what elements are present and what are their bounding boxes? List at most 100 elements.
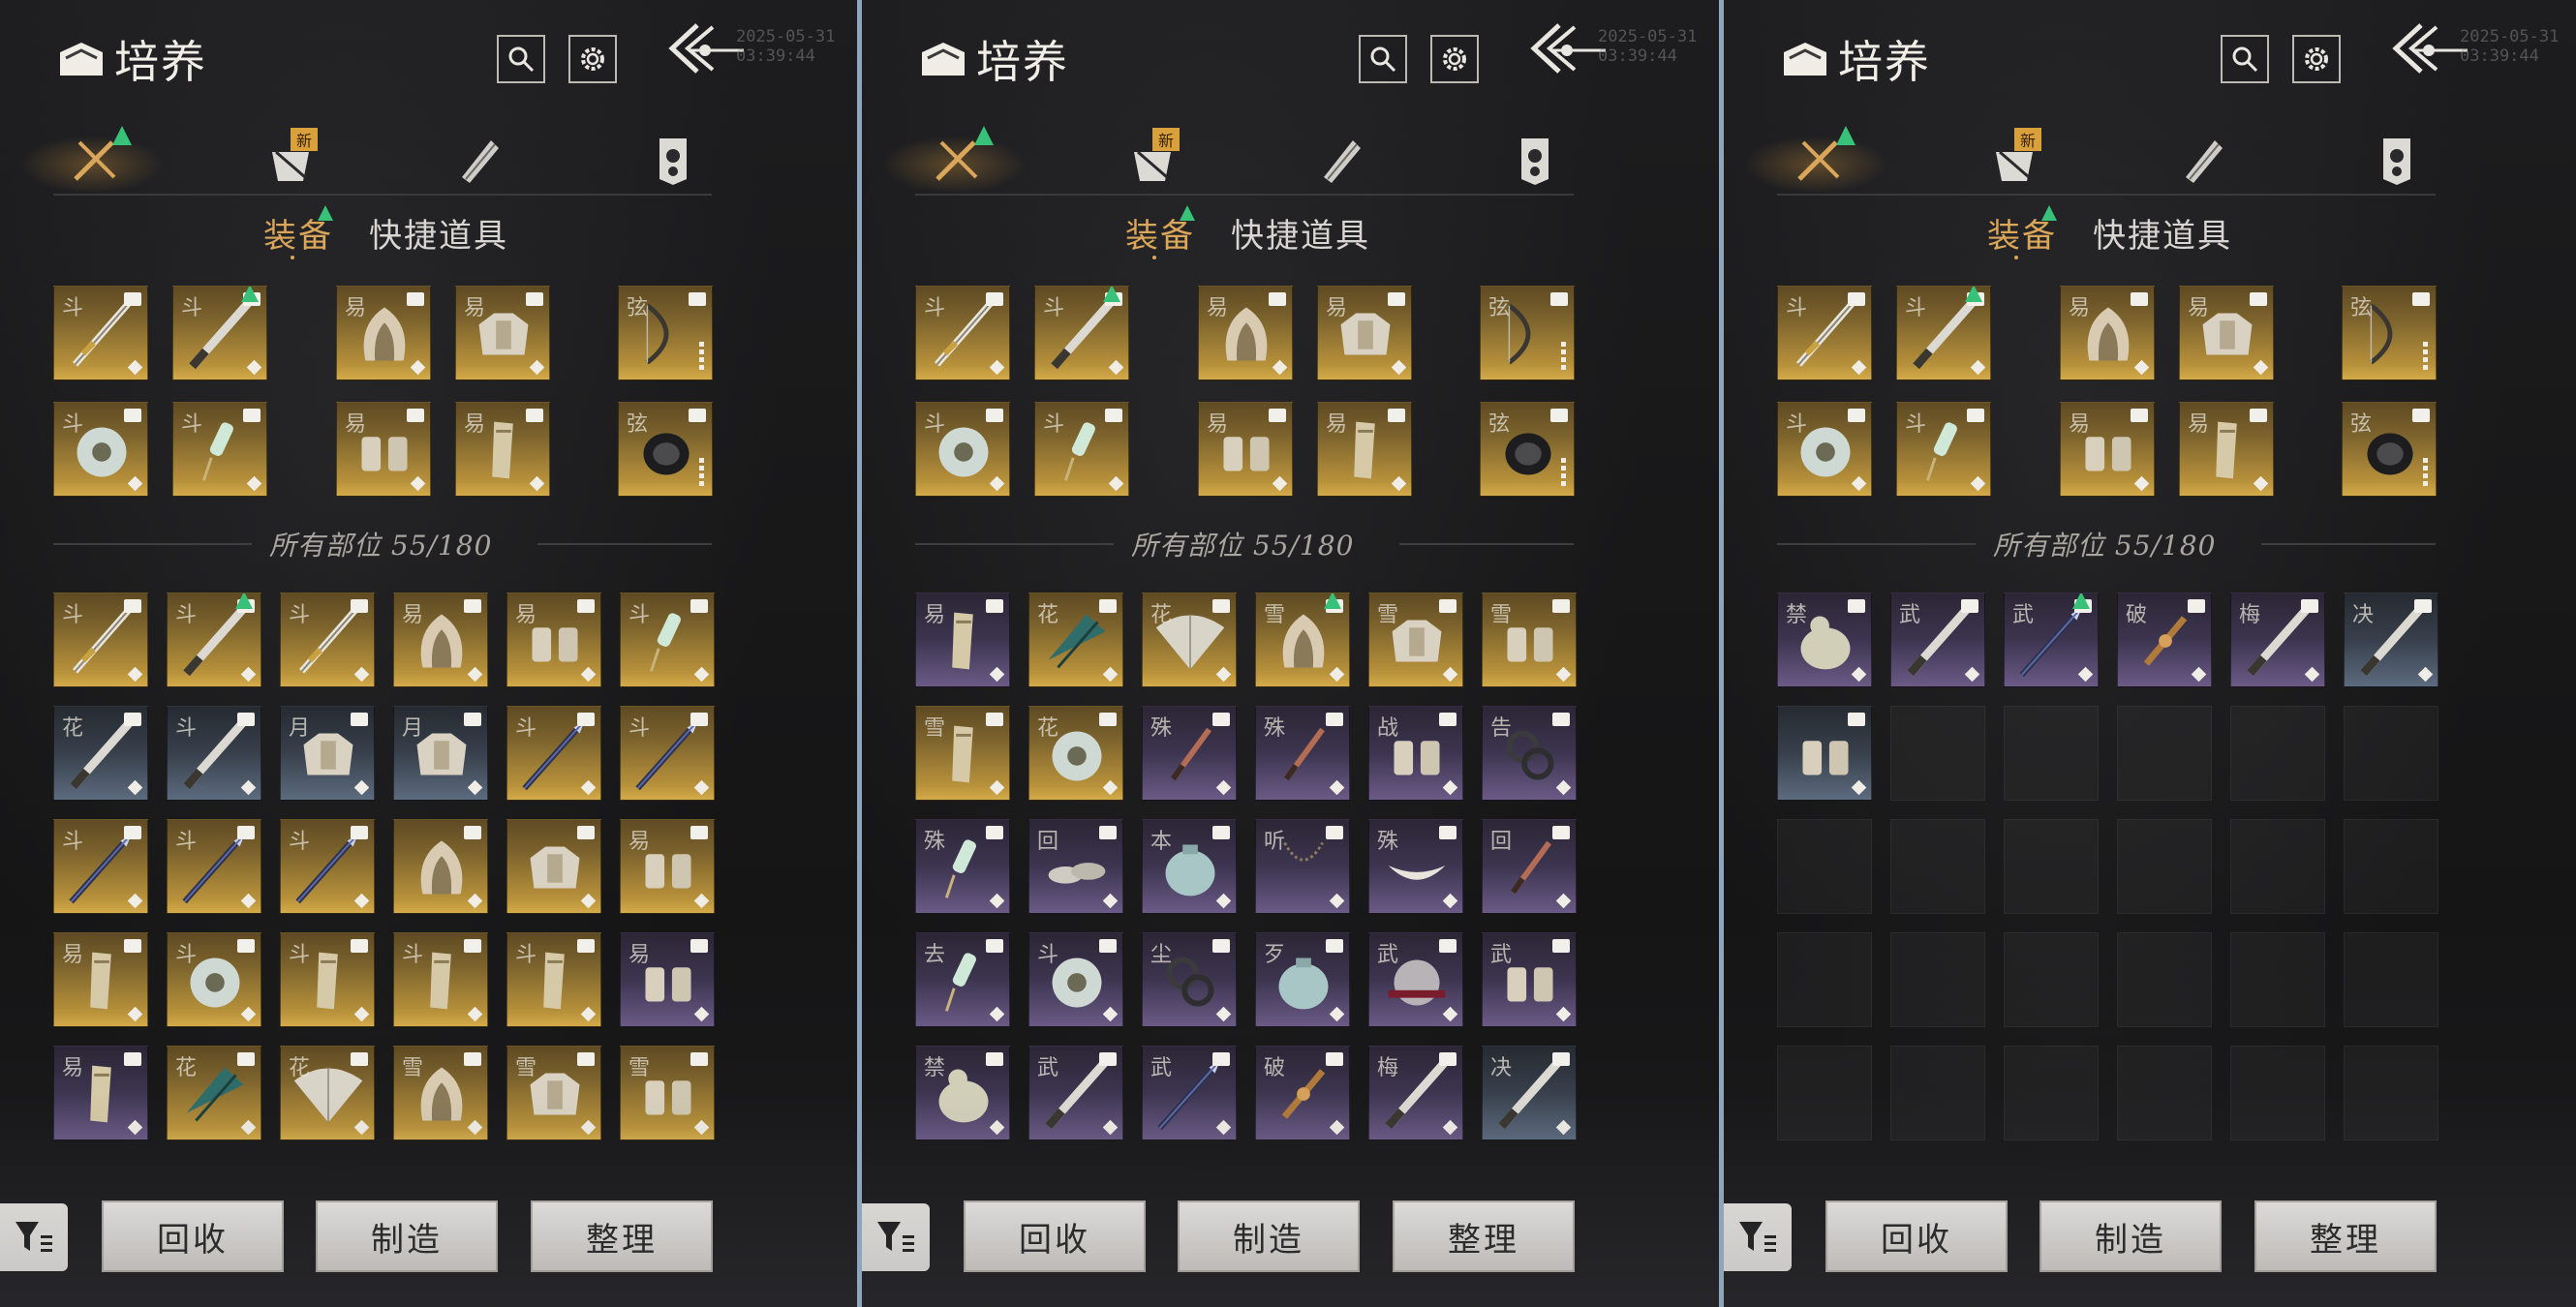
item-slot[interactable]: 本 bbox=[1142, 819, 1237, 914]
item-slot[interactable]: 斗 bbox=[1896, 286, 1991, 380]
item-slot[interactable]: 弦 bbox=[618, 402, 713, 497]
item-slot[interactable] bbox=[393, 819, 488, 914]
item-slot[interactable]: 去 bbox=[915, 932, 1010, 1027]
item-slot[interactable]: 禁 bbox=[1777, 593, 1872, 687]
recycle-button[interactable]: 回收 bbox=[964, 1201, 1146, 1272]
empty-slot[interactable] bbox=[2230, 706, 2325, 801]
item-slot[interactable]: 易 bbox=[1317, 402, 1412, 497]
item-slot[interactable]: 告 bbox=[1482, 706, 1577, 801]
search-button[interactable] bbox=[1359, 35, 1407, 83]
item-slot[interactable]: 决 bbox=[1482, 1046, 1577, 1140]
item-slot[interactable]: 花 bbox=[167, 1046, 261, 1140]
empty-slot[interactable] bbox=[1890, 706, 1985, 801]
back-icon[interactable] bbox=[659, 17, 746, 85]
item-slot[interactable] bbox=[506, 819, 601, 914]
subtab-quick-items[interactable]: 快捷道具 bbox=[2093, 209, 2232, 257]
item-slot[interactable]: 斗 bbox=[1896, 402, 1991, 497]
recycle-button[interactable]: 回收 bbox=[1825, 1201, 2008, 1272]
item-slot[interactable]: 易 bbox=[2179, 286, 2274, 380]
tab-scrolls[interactable] bbox=[1303, 126, 1380, 194]
subtab-quick-items[interactable]: 快捷道具 bbox=[1231, 209, 1370, 257]
subtab-quick-items[interactable]: 快捷道具 bbox=[369, 209, 508, 257]
item-slot[interactable]: 易 bbox=[620, 819, 715, 914]
tab-tokens[interactable] bbox=[2358, 126, 2436, 194]
item-slot[interactable]: 斗 bbox=[620, 706, 715, 801]
empty-slot[interactable] bbox=[2117, 1046, 2212, 1140]
item-slot[interactable]: 易 bbox=[53, 932, 148, 1027]
item-slot[interactable]: 听 bbox=[1255, 819, 1350, 914]
item-slot[interactable]: 雪 bbox=[1482, 593, 1577, 687]
item-slot[interactable]: 殊 bbox=[1142, 706, 1237, 801]
item-slot[interactable]: 斗 bbox=[172, 286, 267, 380]
empty-slot[interactable] bbox=[2004, 1046, 2099, 1140]
item-slot[interactable]: 花 bbox=[53, 706, 148, 801]
item-slot[interactable]: 歹 bbox=[1255, 932, 1350, 1027]
tab-equipment[interactable] bbox=[918, 126, 996, 194]
item-slot[interactable]: 回 bbox=[1482, 819, 1577, 914]
empty-slot[interactable] bbox=[2117, 932, 2212, 1027]
item-slot[interactable]: 弦 bbox=[2342, 286, 2437, 380]
item-slot[interactable]: 易 bbox=[455, 402, 550, 497]
item-slot[interactable]: 弦 bbox=[2342, 402, 2437, 497]
item-slot[interactable]: 禁 bbox=[915, 1046, 1010, 1140]
item-slot[interactable]: 斗 bbox=[53, 286, 148, 380]
empty-slot[interactable] bbox=[1890, 819, 1985, 914]
item-slot[interactable]: 花 bbox=[1142, 593, 1237, 687]
item-slot[interactable]: 破 bbox=[1255, 1046, 1350, 1140]
empty-slot[interactable] bbox=[2344, 932, 2438, 1027]
empty-slot[interactable] bbox=[2344, 819, 2438, 914]
item-slot[interactable]: 梅 bbox=[1368, 1046, 1463, 1140]
item-slot[interactable]: 武 bbox=[2004, 593, 2099, 687]
item-slot[interactable]: 斗 bbox=[393, 932, 488, 1027]
item-slot[interactable]: 花 bbox=[1028, 593, 1123, 687]
filter-button[interactable] bbox=[1724, 1203, 1792, 1271]
item-slot[interactable]: 斗 bbox=[1777, 286, 1872, 380]
item-slot[interactable]: 斗 bbox=[620, 593, 715, 687]
item-slot[interactable]: 雪 bbox=[1255, 593, 1350, 687]
item-slot[interactable]: 易 bbox=[455, 286, 550, 380]
item-slot[interactable]: 武 bbox=[1482, 932, 1577, 1027]
item-slot[interactable]: 斗 bbox=[1034, 286, 1129, 380]
item-slot[interactable]: 雪 bbox=[393, 1046, 488, 1140]
item-slot[interactable]: 斗 bbox=[167, 819, 261, 914]
sort-button[interactable]: 整理 bbox=[1393, 1201, 1575, 1272]
item-slot[interactable]: 易 bbox=[1317, 286, 1412, 380]
item-slot[interactable]: 易 bbox=[2179, 402, 2274, 497]
item-slot[interactable]: 斗 bbox=[280, 932, 375, 1027]
craft-button[interactable]: 制造 bbox=[316, 1201, 498, 1272]
item-slot[interactable]: 斗 bbox=[506, 932, 601, 1027]
item-slot[interactable]: 弦 bbox=[1480, 402, 1575, 497]
sort-button[interactable]: 整理 bbox=[531, 1201, 713, 1272]
item-slot[interactable]: 易 bbox=[2060, 402, 2155, 497]
tab-scrolls[interactable] bbox=[441, 126, 518, 194]
empty-slot[interactable] bbox=[1890, 932, 1985, 1027]
item-slot[interactable]: 武 bbox=[1890, 593, 1985, 687]
item-slot[interactable]: 弦 bbox=[1480, 286, 1575, 380]
item-slot[interactable]: 花 bbox=[1028, 706, 1123, 801]
tab-tokens[interactable] bbox=[634, 126, 712, 194]
item-slot[interactable]: 斗 bbox=[915, 286, 1010, 380]
item-slot[interactable]: 武 bbox=[1028, 1046, 1123, 1140]
item-slot[interactable]: 斗 bbox=[1028, 932, 1123, 1027]
item-slot[interactable]: 斗 bbox=[280, 819, 375, 914]
item-slot[interactable]: 斗 bbox=[506, 706, 601, 801]
item-slot[interactable]: 殊 bbox=[1255, 706, 1350, 801]
item-slot[interactable]: 雪 bbox=[620, 1046, 715, 1140]
tab-materials[interactable]: 新 bbox=[1976, 126, 2053, 194]
empty-slot[interactable] bbox=[1777, 932, 1872, 1027]
back-icon[interactable] bbox=[1520, 17, 1608, 85]
item-slot[interactable]: 殊 bbox=[915, 819, 1010, 914]
recycle-button[interactable]: 回收 bbox=[102, 1201, 284, 1272]
item-slot[interactable]: 易 bbox=[336, 286, 431, 380]
item-slot[interactable]: 斗 bbox=[167, 932, 261, 1027]
filter-button[interactable] bbox=[862, 1203, 930, 1271]
item-slot[interactable]: 武 bbox=[1142, 1046, 1237, 1140]
item-slot[interactable]: 殊 bbox=[1368, 819, 1463, 914]
craft-button[interactable]: 制造 bbox=[1178, 1201, 1360, 1272]
empty-slot[interactable] bbox=[1777, 819, 1872, 914]
item-slot[interactable]: 斗 bbox=[53, 593, 148, 687]
item-slot[interactable] bbox=[1777, 706, 1872, 801]
item-slot[interactable]: 斗 bbox=[915, 402, 1010, 497]
item-slot[interactable]: 雪 bbox=[506, 1046, 601, 1140]
settings-button[interactable] bbox=[568, 35, 617, 83]
